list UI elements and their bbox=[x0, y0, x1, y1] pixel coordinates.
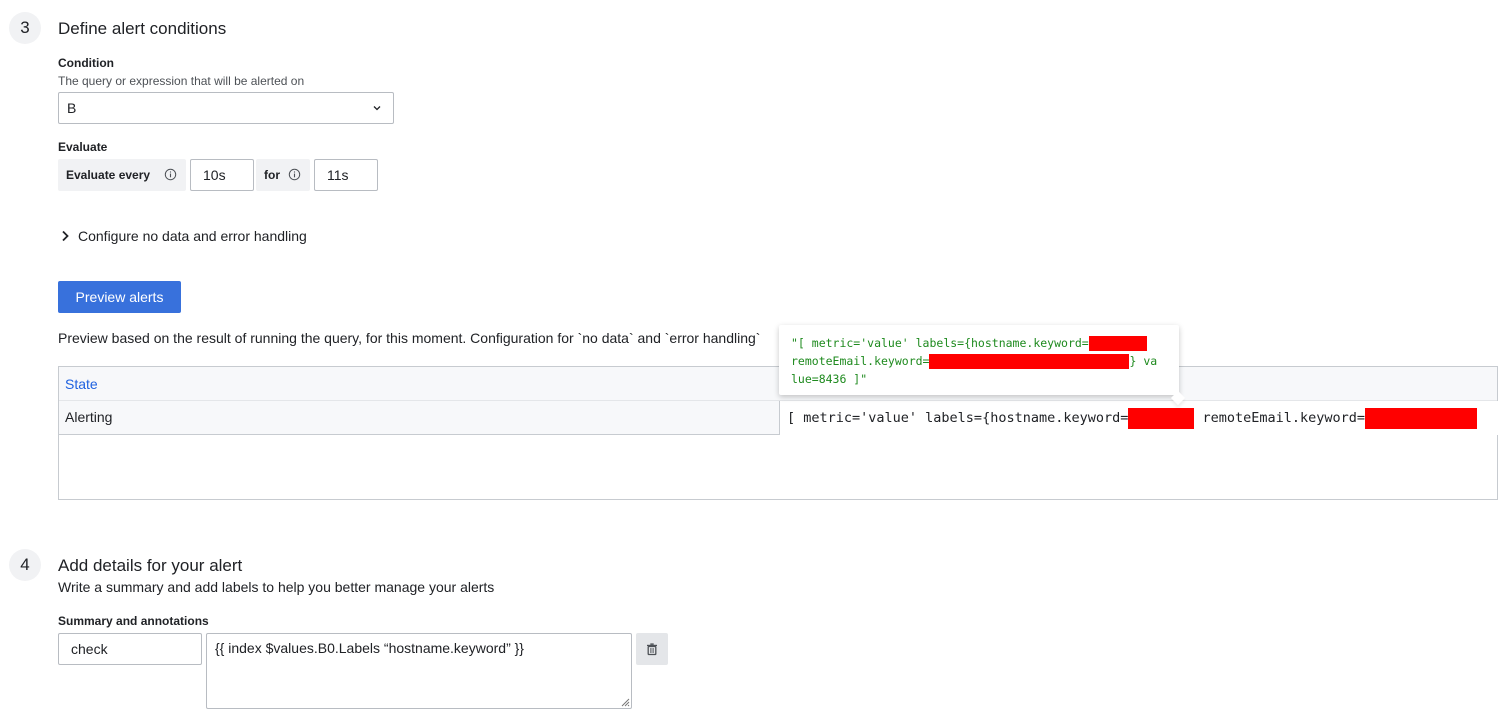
tooltip-line-1: "[ metric='value' labels={hostname.keywo… bbox=[791, 334, 1167, 352]
tooltip-line-3: lue=8436 ]" bbox=[791, 370, 1167, 388]
annotation-key-value: check bbox=[71, 641, 108, 657]
section-title-define-alert-conditions: Define alert conditions bbox=[58, 19, 227, 38]
step-number-3: 3 bbox=[9, 12, 41, 44]
condition-description: The query or expression that will be ale… bbox=[58, 74, 305, 88]
labels-text-part1: [ metric='value' labels={hostname.keywor… bbox=[787, 410, 1129, 426]
for-label: for bbox=[256, 159, 310, 191]
tooltip-text: } va bbox=[1129, 354, 1158, 368]
no-data-toggle-label: Configure no data and error handling bbox=[78, 228, 307, 244]
tooltip-text: lue=8436 ]" bbox=[791, 372, 868, 386]
for-text: for bbox=[264, 168, 280, 182]
for-value: 11s bbox=[327, 167, 349, 183]
section-title-add-details: Add details for your alert bbox=[58, 556, 243, 575]
redaction-block bbox=[1088, 336, 1147, 351]
trash-icon bbox=[647, 643, 657, 656]
evaluate-every-value: 10s bbox=[203, 167, 226, 183]
delete-annotation-button[interactable] bbox=[636, 633, 668, 665]
summary-annotations-label: Summary and annotations bbox=[58, 614, 209, 628]
resize-handle-icon[interactable] bbox=[620, 697, 630, 707]
step-number-4: 4 bbox=[9, 549, 41, 581]
section4-description: Write a summary and add labels to help y… bbox=[58, 579, 495, 595]
labels-tooltip: "[ metric='value' labels={hostname.keywo… bbox=[779, 325, 1186, 406]
redaction-block bbox=[1128, 407, 1195, 429]
chevron-down-icon bbox=[373, 106, 381, 111]
chevron-right-icon bbox=[62, 230, 69, 242]
alert-state-cell: Alerting bbox=[65, 409, 113, 425]
condition-select[interactable]: B bbox=[58, 92, 394, 124]
tooltip-text: "[ metric='value' labels={hostname.keywo… bbox=[791, 336, 1089, 350]
info-icon[interactable] bbox=[288, 168, 301, 181]
labels-cell[interactable]: [ metric='value' labels={hostname.keywor… bbox=[779, 401, 1499, 435]
info-icon[interactable] bbox=[164, 168, 177, 181]
annotation-value-text: {{ index $values.B0.Labels “hostname.key… bbox=[215, 640, 524, 656]
redaction-block bbox=[929, 354, 1130, 369]
labels-text-part2: remoteEmail.keyword= bbox=[1194, 410, 1366, 426]
preview-description: Preview based on the result of running t… bbox=[58, 330, 761, 346]
preview-table: State Alerting [ metric='value' labels={… bbox=[58, 366, 1499, 500]
evaluate-every-input[interactable]: 10s bbox=[190, 159, 254, 191]
step-number-text: 4 bbox=[20, 555, 30, 574]
annotation-value-textarea[interactable]: {{ index $values.B0.Labels “hostname.key… bbox=[206, 633, 632, 709]
evaluate-label: Evaluate bbox=[58, 140, 108, 154]
state-column-header[interactable]: State bbox=[65, 376, 98, 392]
condition-label: Condition bbox=[58, 56, 114, 70]
evaluate-every-text: Evaluate every bbox=[66, 168, 151, 182]
condition-select-value: B bbox=[67, 100, 77, 116]
annotation-key-input[interactable]: check bbox=[58, 633, 202, 665]
no-data-error-handling-toggle[interactable]: Configure no data and error handling bbox=[58, 226, 307, 246]
step-number-text: 3 bbox=[20, 18, 30, 37]
table-row: Alerting [ metric='value' labels={hostna… bbox=[59, 401, 1499, 435]
preview-alerts-button[interactable]: Preview alerts bbox=[58, 281, 181, 313]
table-header: State bbox=[59, 367, 1497, 401]
for-input[interactable]: 11s bbox=[314, 159, 378, 191]
redaction-block bbox=[1365, 407, 1478, 429]
tooltip-line-2: remoteEmail.keyword= } va bbox=[791, 352, 1167, 370]
tooltip-text: remoteEmail.keyword= bbox=[791, 354, 930, 368]
